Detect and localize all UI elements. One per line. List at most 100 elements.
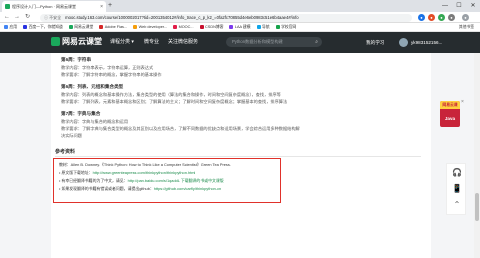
bookmark-item[interactable]: MOOC... [173,25,194,29]
username-link[interactable]: yk983152156... [411,38,442,47]
divider [55,156,421,157]
section-title: 第6周：列表、元组和集合类型 [61,84,124,89]
nav-course-categories[interactable]: 课程分类 ▾ [110,38,134,47]
bookmark-favicon-icon [173,25,178,29]
section-title: 第6周：字符串 [61,57,92,62]
tab-title: 程序设计入门—Python · 网易云课堂 [12,3,77,9]
bookmark-item[interactable]: LAA 建模 [229,24,251,30]
bookmark-item[interactable]: 学校官网 [275,24,297,30]
nav-micro-specialty[interactable]: 微专业 [144,38,159,47]
section-line: 教学内容：列表的概念和基本操作方法，集合类型的使用（算法的集合和操作，时间和空间… [61,92,281,97]
section-line: 决实际问题 [61,133,82,138]
scrollbar-thumb[interactable] [475,193,479,221]
forward-button[interactable]: → [14,12,20,23]
url-text[interactable]: mooc.study.163.com/course/1000002017?tid… [65,15,298,20]
reference-item: • 有幸已经翻译书籍的为了中文，请见：http://pan.baidu.com/… [59,178,224,184]
address-bar: ← → ↻ ⓘ 不安全 mooc.study.163.com/course/10… [0,12,480,23]
reference-item: • 原文版下载地址：http://www.greenteapress.com/t… [59,170,195,176]
bookmark-favicon-icon [99,25,104,29]
bookmark-favicon-icon [133,25,138,29]
extension-icon[interactable]: ● [448,14,455,21]
reference-link[interactable]: http://pan.baidu.com/s/1qaddL 下载翻译的书或中文课… [128,178,224,183]
customer-service-icon[interactable]: 🎧 [447,168,467,177]
bookmark-favicon-icon [4,25,8,29]
bookmark-label: 导航 [262,24,270,29]
reference-link[interactable]: http://www.greenteapress.com/thinkpython… [93,170,196,175]
reference-text: • 有幸已经翻译书籍的为了中文，请见： [59,178,128,183]
bookmark-label: 网易云课堂 [74,24,94,29]
java-promo-card[interactable]: 网易云课 Java [440,101,460,127]
bookmark-label: MOOC... [178,25,194,29]
other-bookmarks[interactable]: 其他书签 [459,23,474,32]
search-placeholder: Python数据分析和模型构建 [232,39,283,44]
bookmark-label: 应用 [9,24,18,29]
bookmark-favicon-icon [229,25,234,29]
reference-text: • 原文版下载地址： [59,170,93,175]
bookmark-favicon-icon [199,25,204,29]
extension-icon[interactable]: ● [438,14,445,21]
java-promo-label: Java [444,116,456,121]
promo-close-icon[interactable]: × [461,99,464,105]
course-info-panel: 第6周：字符串 教学内容：字符串表示，字符串运算，正则表达式 教学要求：了解字符… [51,53,431,258]
section-line: 教学内容：字符串表示，字符串运算，正则表达式 [61,65,154,70]
bookmark-label: CSDN博客 [205,24,224,29]
reload-button[interactable]: ↻ [25,12,30,23]
reference-link[interactable]: https://github.com/carfly/thinkpython-cn [154,186,221,191]
section-line: 教学要求：了解字符串的概念，掌握字符串的基本操作 [61,72,162,77]
profile-icon[interactable]: ● [462,14,469,21]
bookmark-favicon-icon [256,25,261,29]
bookmark-item[interactable]: Web developer... [133,25,167,29]
browser-tab[interactable]: 程序设计入门—Python · 网易云课堂 × [2,1,106,12]
reference-text: • 如果发现翻译的书籍有错误或者问题，请提出github： [59,186,154,191]
bookmark-item[interactable]: 应用 [4,25,17,30]
reference-book-prefix: 教材： [59,162,71,167]
side-toolbar: 🎧 📱 ⌃ [446,163,466,215]
my-study-link[interactable]: 我的学习 [366,38,384,47]
extension-icon[interactable]: ● [428,14,435,21]
page-scrollbar[interactable] [474,53,480,258]
bookmark-label: 百度一下，你就知道 [28,24,63,29]
bookmark-label: LAA 建模 [234,24,251,29]
close-window-button[interactable]: ✕ [466,0,480,12]
security-indicator[interactable]: ⓘ 不安全 [44,15,61,21]
section-line: 教学内容：字典与集合的概念和运用 [61,119,129,124]
bookmark-item[interactable]: 百度一下，你就知道 [23,25,63,30]
section-line: 教学要求：了解字典与集合类型的概念及其区别以及应用场合，了解不同数据的优缺点和适… [61,126,300,131]
reference-item: • 如果发现翻译的书籍有错误或者问题，请提出github：https://git… [59,186,221,192]
browser-tabstrip: 程序设计入门—Python · 网易云课堂 × + — ☐ ✕ [0,0,480,12]
site-favicon [5,4,10,9]
references-title: 参考资料 [55,149,76,155]
bookmark-label: Web developer... [138,25,168,29]
java-promo-brand: 网易云课 [440,101,460,109]
reference-book-title: Allen B. Downey.《Think Python: How to Th… [70,162,231,167]
bookmarks-bar: 应用 百度一下，你就知道 网易云课堂 Adobe Flas... Web develop… [0,23,480,32]
bookmark-item[interactable]: Adobe Flas... [99,25,127,29]
minimize-button[interactable]: — [438,0,452,12]
search-icon[interactable]: ⌕ [315,39,318,45]
references-highlight-box: 教材：Allen B. Downey.《Think Python: How to… [53,158,281,203]
back-to-top-icon[interactable]: ⌃ [447,200,467,209]
section-title: 第7周：字典与集合 [61,111,101,116]
bookmark-favicon-icon [275,25,280,29]
maximize-button[interactable]: ☐ [452,0,466,12]
tab-close-icon[interactable]: × [100,4,103,10]
bookmark-label: Adobe Flas... [104,25,128,29]
site-logo-text[interactable]: 网易云课堂 [62,36,102,47]
new-tab-button[interactable]: + [108,1,112,11]
logo-icon[interactable] [51,37,60,46]
bookmark-item[interactable]: CSDN博客 [199,24,224,30]
site-search-input[interactable]: Python数据分析和模型构建 ⌕ [226,37,322,47]
mobile-app-icon[interactable]: 📱 [447,184,467,193]
bookmark-favicon-icon [68,25,73,29]
extension-icon[interactable]: ● [418,14,425,21]
section-line: 教学要求：了解列表，元素和基本概念和区别；了解算法的主义；了解时间和空间复杂度概… [61,99,288,104]
bookmark-label: 学校官网 [281,24,297,29]
url-input[interactable]: ⓘ 不安全 mooc.study.163.com/course/10000020… [40,13,412,22]
back-button[interactable]: ← [4,12,10,23]
nav-wechat-follow[interactable]: 关注微信服务 [168,38,198,47]
bookmark-item[interactable]: 导航 [256,24,270,30]
bookmark-favicon-icon [23,25,28,29]
avatar[interactable] [399,38,408,47]
site-header: 网易云课堂 课程分类 ▾ 微专业 关注微信服务 Python数据分析和模型构建 … [0,32,480,53]
bookmark-item[interactable]: 网易云课堂 [68,24,94,30]
